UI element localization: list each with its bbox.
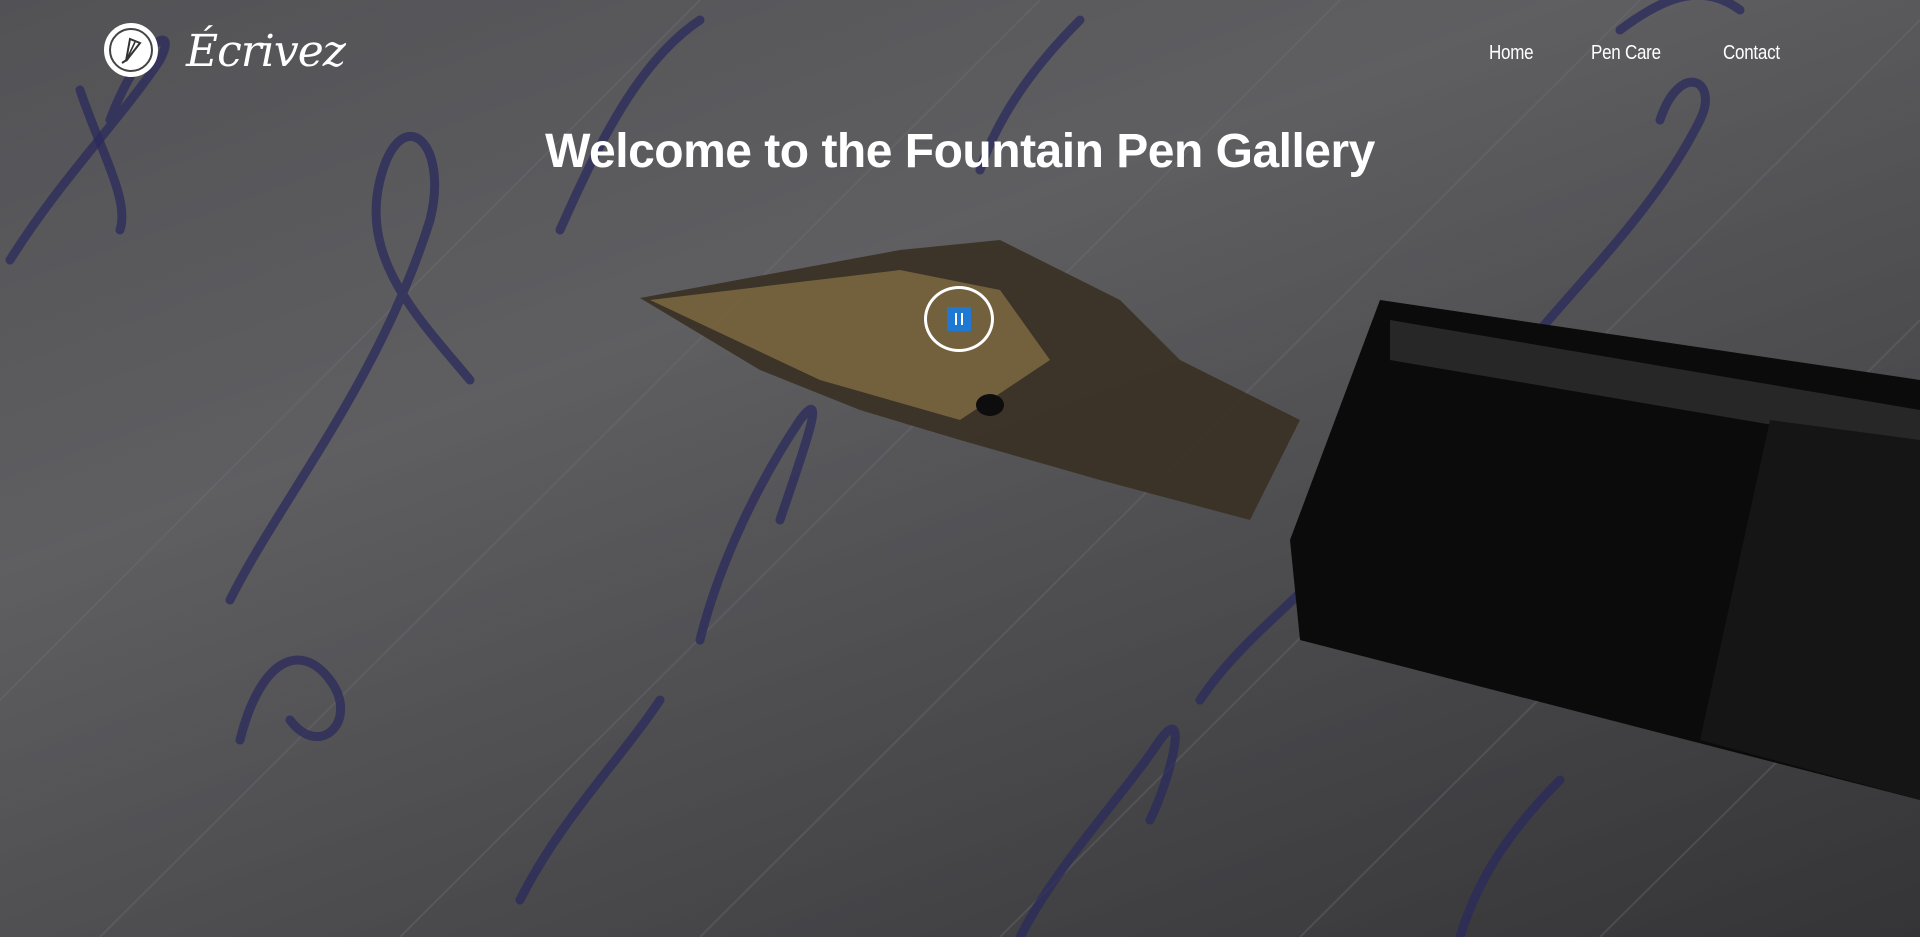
logo-badge[interactable] xyxy=(104,23,158,77)
fountain-pen-nib-icon xyxy=(109,28,153,72)
pause-icon xyxy=(947,307,971,331)
video-pause-button[interactable] xyxy=(924,286,994,352)
site-header: Écrivez Home Pen Care Contact xyxy=(0,0,1920,110)
nav-home[interactable]: Home xyxy=(1489,42,1534,65)
brand-name[interactable]: Écrivez xyxy=(186,26,346,77)
main-nav: Home Pen Care Contact xyxy=(1489,42,1790,65)
hero-video-background: Écrivez Home Pen Care Contact Welcome to… xyxy=(0,0,1920,937)
nav-pen-care[interactable]: Pen Care xyxy=(1591,42,1661,65)
page-title: Welcome to the Fountain Pen Gallery xyxy=(545,125,1375,178)
nav-contact[interactable]: Contact xyxy=(1723,42,1780,65)
